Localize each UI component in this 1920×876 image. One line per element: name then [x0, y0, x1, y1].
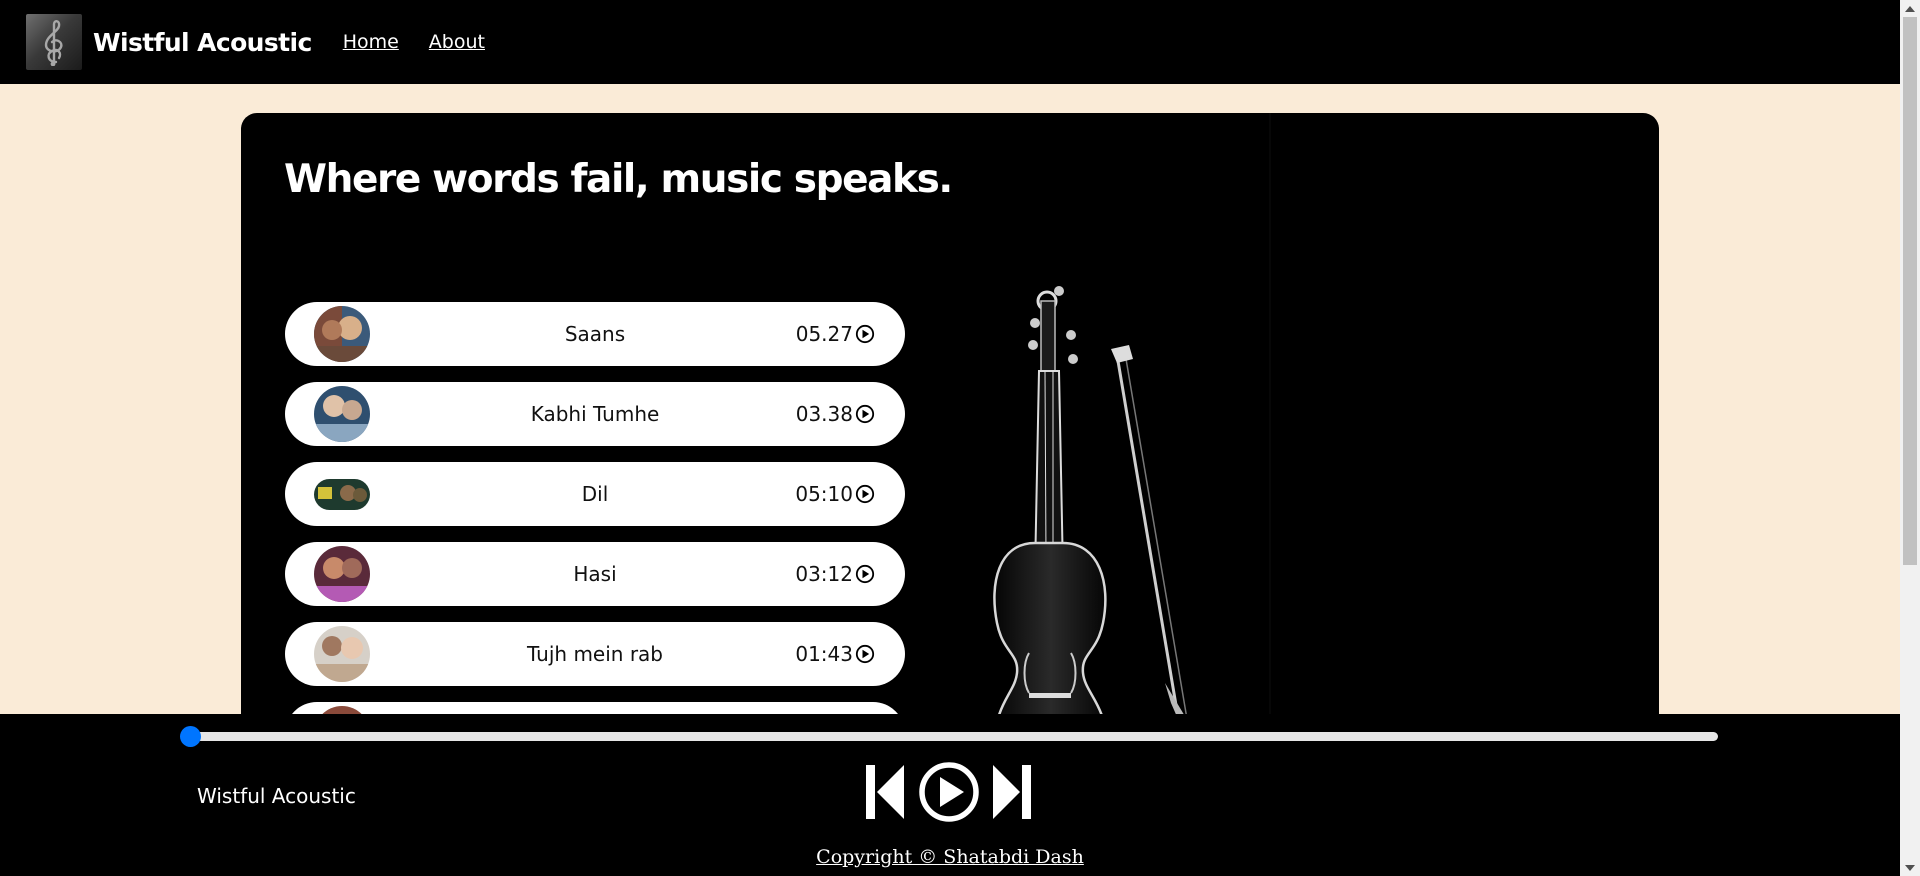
- song-duration: 03.38: [796, 382, 875, 446]
- song-duration-text: 05.27: [795, 322, 853, 346]
- play-icon[interactable]: [918, 761, 982, 827]
- song-duration: 01:43: [795, 622, 875, 686]
- song-item-tujh-mein-rab[interactable]: Tujh mein rab 01:43: [285, 622, 905, 686]
- song-duration-text: 03:12: [795, 562, 853, 586]
- copyright-text[interactable]: Copyright © Shatabdi Dash: [0, 846, 1900, 868]
- scroll-down-icon[interactable]: [1900, 859, 1920, 876]
- now-playing-title: Wistful Acoustic: [197, 784, 356, 808]
- brand-title[interactable]: Wistful Acoustic: [93, 28, 312, 57]
- music-player-bar: Wistful Acoustic Copyright © Shatabdi Da…: [0, 714, 1900, 876]
- song-item-hasi[interactable]: Hasi 03:12: [285, 542, 905, 606]
- playback-controls: [864, 761, 1034, 823]
- treble-clef-icon[interactable]: [26, 14, 82, 70]
- play-circle-icon[interactable]: [855, 564, 875, 584]
- song-duration-text: 03.38: [795, 402, 853, 426]
- play-circle-icon[interactable]: [855, 484, 875, 504]
- play-circle-icon[interactable]: [855, 324, 875, 344]
- song-duration: 05:10: [795, 462, 875, 526]
- song-duration-text: 05:10: [795, 482, 853, 506]
- page-headline: Where words fail, music speaks.: [284, 157, 953, 202]
- play-circle-icon[interactable]: [855, 404, 875, 424]
- scroll-up-icon[interactable]: [1900, 0, 1920, 17]
- song-item-saans[interactable]: Saans 05.27: [285, 302, 905, 366]
- song-duration-text: 01:43: [795, 642, 853, 666]
- song-duration: 03:12: [795, 542, 875, 606]
- next-track-icon[interactable]: [991, 761, 1033, 827]
- nav-link-home[interactable]: Home: [343, 31, 399, 53]
- nav-link-about[interactable]: About: [429, 31, 485, 53]
- scrollbar-thumb[interactable]: [1903, 17, 1917, 565]
- song-item-dil[interactable]: Dil 05:10: [285, 462, 905, 526]
- play-circle-icon[interactable]: [855, 644, 875, 664]
- top-navbar: Wistful Acoustic Home About: [0, 0, 1900, 84]
- song-duration: 05.27: [796, 302, 875, 366]
- song-item-kabhi-tumhe[interactable]: Kabhi Tumhe 03.38: [285, 382, 905, 446]
- progress-slider-thumb[interactable]: [180, 726, 201, 747]
- page-scrollbar[interactable]: [1900, 0, 1920, 876]
- previous-track-icon[interactable]: [864, 761, 906, 827]
- song-list: Saans 05.27 Kabhi Tumhe 03.38 Dil 05:10 …: [285, 302, 905, 782]
- progress-slider[interactable]: [180, 726, 1718, 747]
